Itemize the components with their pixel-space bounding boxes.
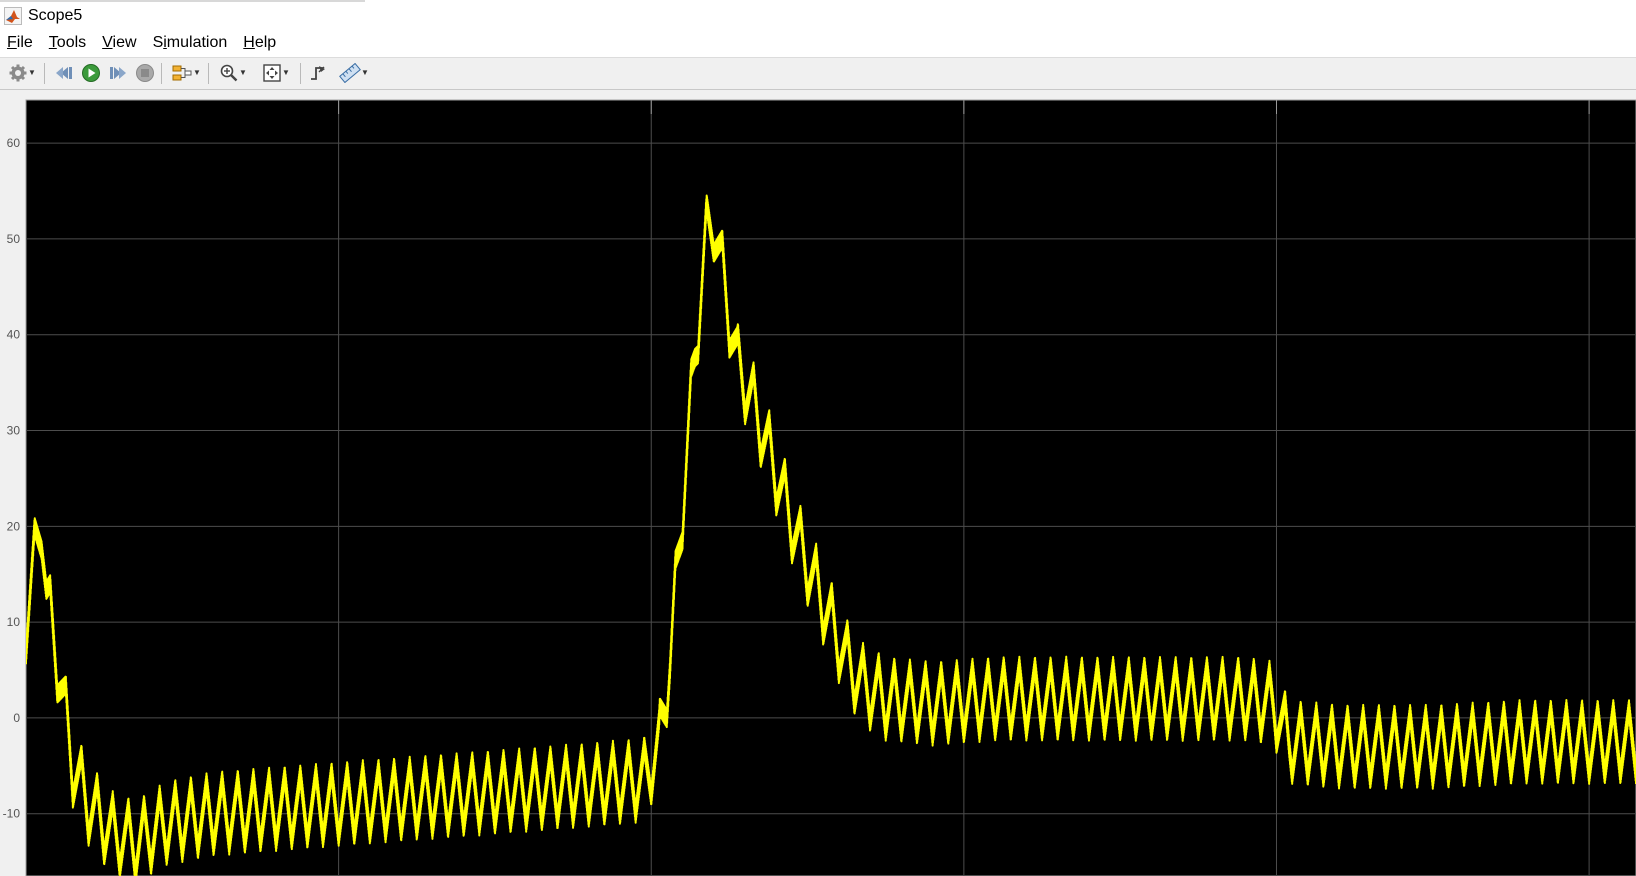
scope-display: 60 50 40 30 20 10 0 -10 xyxy=(0,90,1636,876)
toolbar-separator xyxy=(300,63,301,84)
step-back-button[interactable] xyxy=(52,61,76,85)
toolbar-separator xyxy=(161,63,162,84)
scope-plot[interactable]: 60 50 40 30 20 10 0 -10 xyxy=(0,90,1636,876)
y-tick-label: 30 xyxy=(7,424,21,438)
toolbar-separator xyxy=(208,63,209,84)
axes-background xyxy=(25,99,1636,876)
title-bar-edge xyxy=(0,0,365,2)
gear-icon xyxy=(8,63,28,83)
menu-view-mnemonic: V xyxy=(102,34,113,51)
toolbar-separator xyxy=(44,63,45,84)
stop-button[interactable] xyxy=(133,61,157,85)
menu-tools[interactable]: Tools xyxy=(41,34,94,52)
menu-tools-mnemonic: T xyxy=(48,34,57,51)
menu-view[interactable]: View xyxy=(94,34,144,52)
chevron-down-icon: ▼ xyxy=(361,68,369,77)
menu-help-mnemonic: H xyxy=(243,34,255,51)
menu-file-rest: ile xyxy=(16,34,33,51)
menu-simulation-rest: mulation xyxy=(166,34,228,51)
triggers-icon xyxy=(308,63,328,83)
settings-button[interactable]: ▼ xyxy=(4,61,40,85)
y-tick-labels: 60 50 40 30 20 10 0 -10 xyxy=(3,136,21,821)
chevron-down-icon: ▼ xyxy=(193,68,201,77)
step-forward-button[interactable] xyxy=(106,61,130,85)
menu-help-rest: elp xyxy=(254,34,277,51)
menu-tools-rest: ools xyxy=(56,34,87,51)
title-bar: Scope5 xyxy=(0,0,1636,29)
autoscale-icon xyxy=(262,63,282,83)
menu-view-rest: iew xyxy=(112,34,137,51)
y-tick-label: 50 xyxy=(7,232,21,246)
step-back-icon xyxy=(54,63,74,83)
run-icon xyxy=(81,63,101,83)
stop-icon xyxy=(135,63,155,83)
cursor-measurements-icon xyxy=(339,63,361,83)
y-tick-label: 40 xyxy=(7,328,21,342)
menu-file[interactable]: File xyxy=(0,34,41,52)
step-forward-icon xyxy=(108,63,128,83)
menu-simulation-pre: S xyxy=(152,34,164,51)
menu-simulation[interactable]: Simulation xyxy=(145,34,236,52)
toolbar: ▼ ▼ ▼ ▼ ▼ xyxy=(0,58,1636,90)
zoom-in-button[interactable]: ▼ xyxy=(215,61,251,85)
cursor-measurements-button[interactable]: ▼ xyxy=(334,61,374,85)
highlight-block-button[interactable]: ▼ xyxy=(168,61,204,85)
menu-help[interactable]: Help xyxy=(235,34,284,52)
window-title: Scope5 xyxy=(28,6,83,24)
y-tick-label: -10 xyxy=(3,807,21,821)
y-tick-label: 10 xyxy=(7,615,21,629)
y-tick-label: 0 xyxy=(13,711,20,725)
zoom-in-icon xyxy=(219,63,239,83)
autoscale-button[interactable]: ▼ xyxy=(256,61,296,85)
triggers-button[interactable] xyxy=(305,61,331,85)
chevron-down-icon: ▼ xyxy=(239,68,247,77)
y-tick-label: 20 xyxy=(7,519,21,533)
highlight-block-icon xyxy=(171,63,193,83)
menu-bar: File Tools View Simulation Help xyxy=(0,29,1636,57)
chevron-down-icon: ▼ xyxy=(282,68,290,77)
run-button[interactable] xyxy=(79,61,103,85)
y-tick-label: 60 xyxy=(7,136,21,150)
menu-file-mnemonic: F xyxy=(7,34,17,51)
matlab-logo-icon xyxy=(4,6,22,25)
chevron-down-icon: ▼ xyxy=(28,68,36,77)
